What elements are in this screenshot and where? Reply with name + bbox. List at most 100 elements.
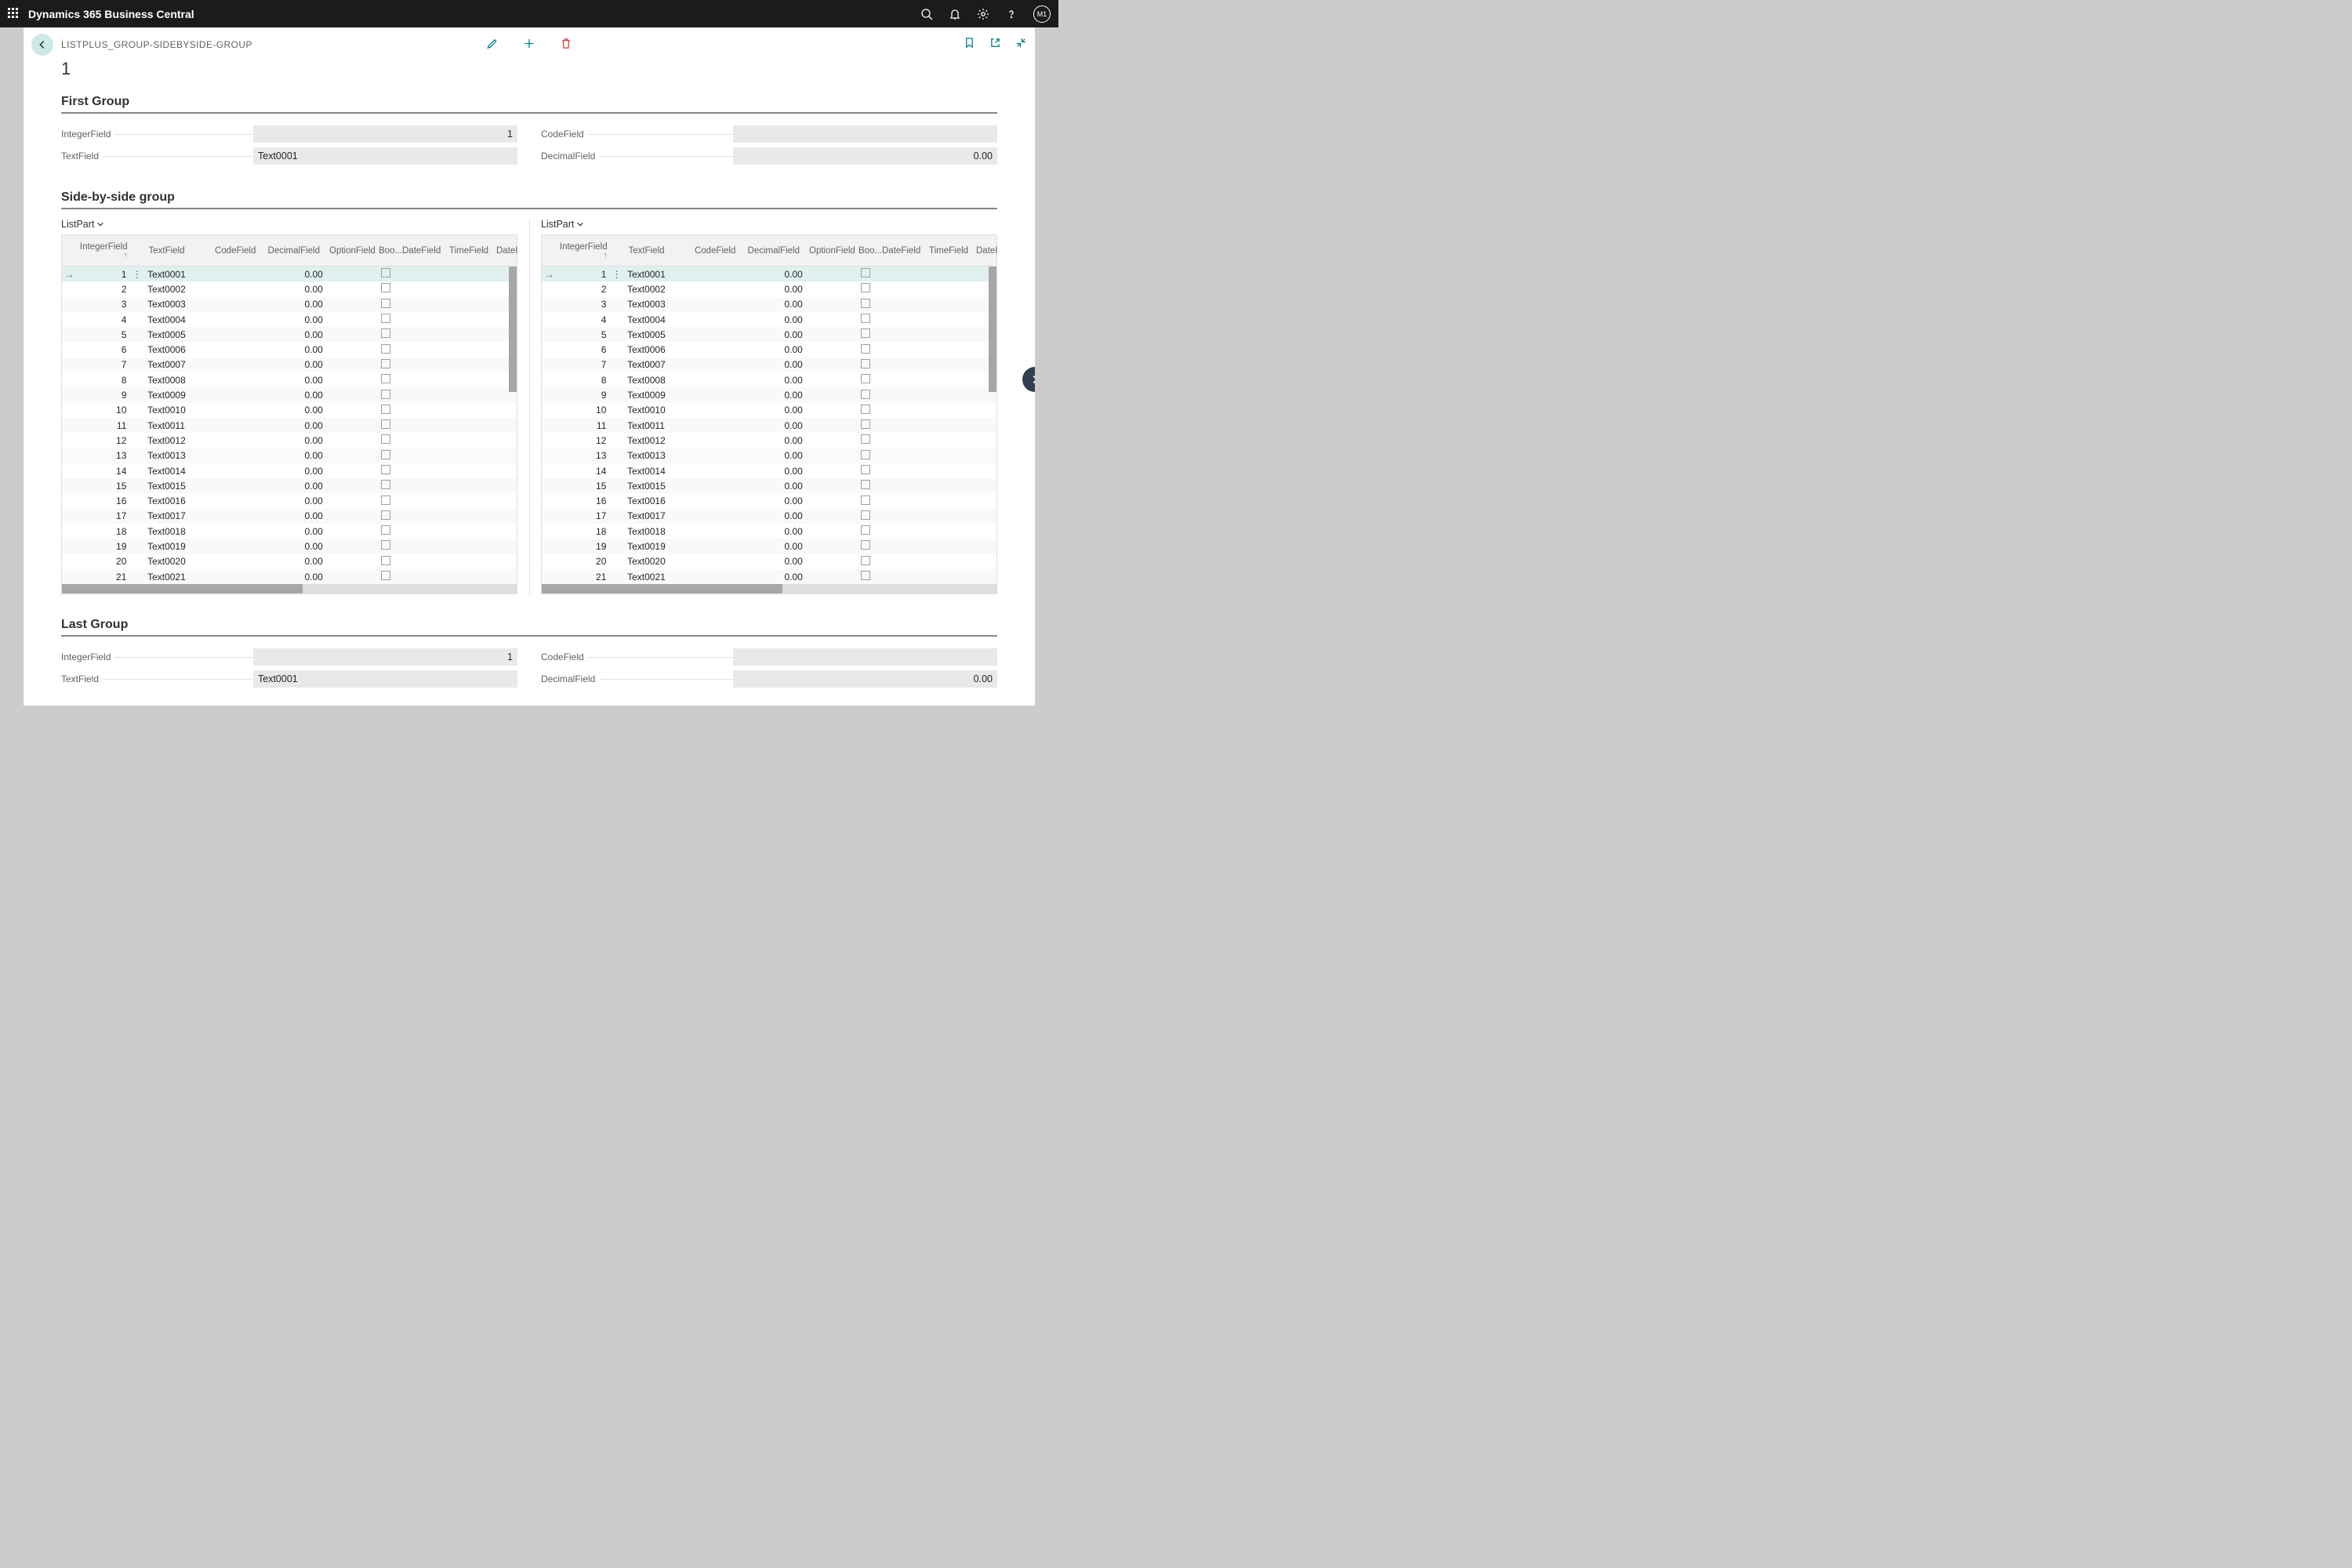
table-row[interactable]: 12 Text0012 0.00 (542, 433, 996, 448)
vertical-scrollbar[interactable] (989, 267, 996, 392)
integer-field-input[interactable]: 1 (253, 648, 517, 666)
col-more[interactable]: DateI (971, 235, 996, 266)
cell-bool[interactable] (376, 495, 400, 507)
table-row[interactable]: 16 Text0016 0.00 (542, 493, 996, 508)
search-icon[interactable] (920, 8, 933, 20)
table-row[interactable]: 20 Text0020 0.00 (542, 554, 996, 569)
code-field-input[interactable] (733, 648, 997, 666)
cell-bool[interactable] (376, 419, 400, 431)
col-bool[interactable]: Boo... (854, 235, 877, 266)
table-row[interactable]: 5 Text0005 0.00 (62, 327, 517, 342)
cell-bool[interactable] (376, 434, 400, 446)
cell-bool[interactable] (376, 571, 400, 583)
new-button[interactable] (523, 37, 536, 53)
table-row[interactable]: 19 Text0019 0.00 (542, 539, 996, 554)
table-row[interactable]: 13 Text0013 0.00 (62, 448, 517, 463)
table-row[interactable]: 2 Text0002 0.00 (62, 281, 517, 296)
cell-bool[interactable] (376, 525, 400, 537)
table-row[interactable]: 7 Text0007 0.00 (62, 358, 517, 372)
table-row[interactable]: 21 Text0021 0.00 (62, 569, 517, 584)
cell-bool[interactable] (376, 299, 400, 310)
cell-bool[interactable] (376, 359, 400, 371)
table-row[interactable]: 19 Text0019 0.00 (62, 539, 517, 554)
cell-bool[interactable] (856, 328, 880, 340)
cell-bool[interactable] (856, 540, 880, 552)
cell-bool[interactable] (856, 450, 880, 462)
cell-bool[interactable] (376, 283, 400, 295)
integer-field-input[interactable]: 1 (253, 125, 517, 143)
row-menu-icon[interactable]: ⋮ (611, 269, 622, 280)
user-avatar[interactable]: M1 (1033, 5, 1051, 23)
table-row[interactable]: 8 Text0008 0.00 (542, 372, 996, 387)
code-field-input[interactable] (733, 125, 997, 143)
table-row[interactable]: → 1 ⋮ Text0001 0.00 (542, 267, 996, 281)
col-code[interactable]: CodeField (688, 235, 740, 266)
col-bool[interactable]: Boo... (374, 235, 397, 266)
table-row[interactable]: 18 Text0018 0.00 (542, 524, 996, 539)
row-selector-icon[interactable]: → (542, 269, 557, 280)
cell-bool[interactable] (856, 283, 880, 295)
cell-bool[interactable] (856, 374, 880, 386)
col-text[interactable]: TextField (143, 235, 208, 266)
col-code[interactable]: CodeField (208, 235, 260, 266)
table-row[interactable]: 4 Text0004 0.00 (62, 312, 517, 327)
notifications-icon[interactable] (949, 8, 961, 20)
cell-bool[interactable] (856, 390, 880, 401)
table-row[interactable]: 15 Text0015 0.00 (62, 478, 517, 493)
cell-bool[interactable] (856, 405, 880, 416)
table-row[interactable]: 21 Text0021 0.00 (542, 569, 996, 584)
cell-bool[interactable] (856, 480, 880, 492)
table-row[interactable]: 5 Text0005 0.00 (542, 327, 996, 342)
cell-bool[interactable] (376, 328, 400, 340)
table-row[interactable]: 11 Text0011 0.00 (62, 418, 517, 433)
settings-icon[interactable] (977, 8, 989, 20)
cell-bool[interactable] (856, 495, 880, 507)
cell-bool[interactable] (856, 299, 880, 310)
table-row[interactable]: 16 Text0016 0.00 (62, 493, 517, 508)
col-integer[interactable]: IntegerField↑ (78, 235, 132, 266)
table-row[interactable]: 15 Text0015 0.00 (542, 478, 996, 493)
listpart-title[interactable]: ListPart (541, 219, 997, 230)
table-row[interactable]: 3 Text0003 0.00 (62, 297, 517, 312)
col-option[interactable]: OptionField (804, 235, 854, 266)
cell-bool[interactable] (856, 344, 880, 356)
back-button[interactable] (31, 34, 53, 56)
col-text[interactable]: TextField (623, 235, 688, 266)
col-decimal[interactable]: DecimalField (260, 235, 325, 266)
col-date[interactable]: DateField (397, 235, 445, 266)
cell-bool[interactable] (376, 390, 400, 401)
cell-bool[interactable] (856, 434, 880, 446)
cell-bool[interactable] (376, 268, 400, 280)
horizontal-scrollbar[interactable] (542, 584, 782, 593)
table-row[interactable]: 4 Text0004 0.00 (542, 312, 996, 327)
col-time[interactable]: TimeField (445, 235, 492, 266)
cell-bool[interactable] (376, 314, 400, 325)
table-row[interactable]: 9 Text0009 0.00 (542, 387, 996, 402)
cell-bool[interactable] (856, 359, 880, 371)
col-time[interactable]: TimeField (924, 235, 971, 266)
table-row[interactable]: → 1 ⋮ Text0001 0.00 (62, 267, 517, 281)
cell-bool[interactable] (856, 465, 880, 477)
cell-bool[interactable] (376, 405, 400, 416)
table-row[interactable]: 17 Text0017 0.00 (62, 509, 517, 524)
table-row[interactable]: 8 Text0008 0.00 (62, 372, 517, 387)
cell-bool[interactable] (376, 480, 400, 492)
table-row[interactable]: 7 Text0007 0.00 (542, 358, 996, 372)
table-row[interactable]: 3 Text0003 0.00 (542, 297, 996, 312)
cell-bool[interactable] (856, 419, 880, 431)
cell-bool[interactable] (856, 571, 880, 583)
cell-bool[interactable] (376, 344, 400, 356)
edit-button[interactable] (486, 37, 499, 53)
table-row[interactable]: 9 Text0009 0.00 (62, 387, 517, 402)
row-selector-icon[interactable]: → (62, 269, 78, 280)
cell-bool[interactable] (856, 314, 880, 325)
table-row[interactable]: 14 Text0014 0.00 (542, 463, 996, 478)
cell-bool[interactable] (376, 556, 400, 568)
table-row[interactable]: 20 Text0020 0.00 (62, 554, 517, 569)
decimal-field-input[interactable]: 0.00 (733, 147, 997, 165)
table-row[interactable]: 10 Text0010 0.00 (542, 403, 996, 418)
horizontal-scrollbar[interactable] (62, 584, 303, 593)
app-launcher-icon[interactable] (8, 8, 20, 20)
cell-bool[interactable] (376, 465, 400, 477)
table-row[interactable]: 18 Text0018 0.00 (62, 524, 517, 539)
